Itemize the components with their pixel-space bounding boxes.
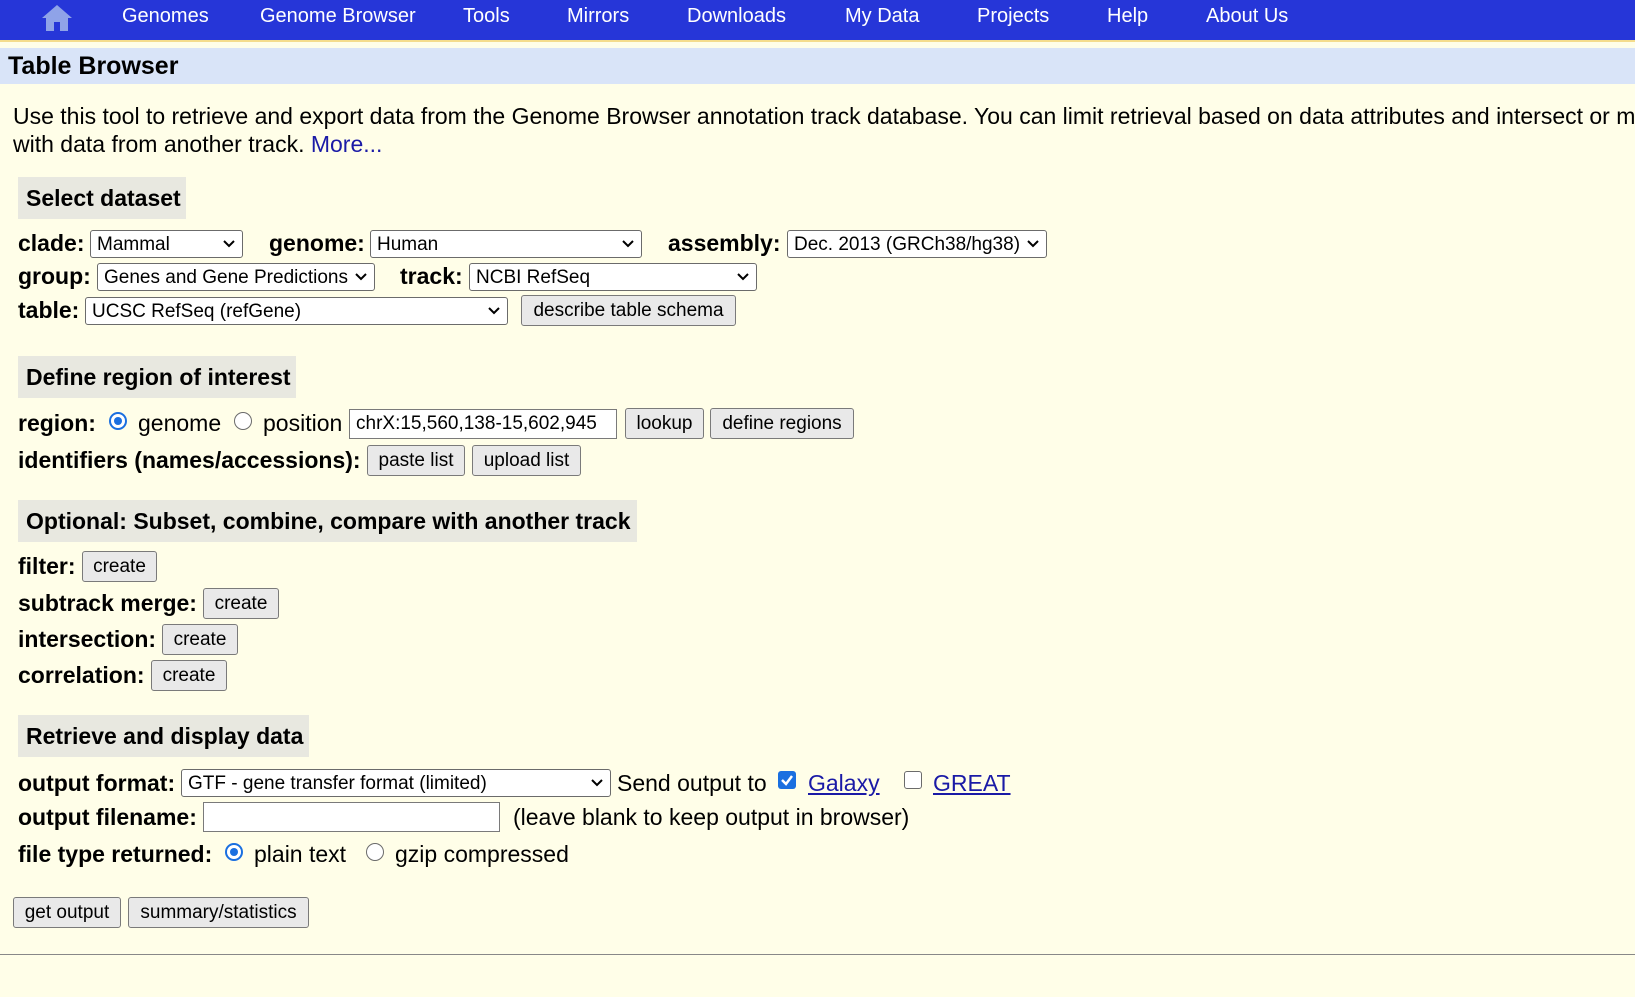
group-select[interactable]: Genes and Gene Predictions <box>97 263 375 291</box>
assembly-select[interactable]: Dec. 2013 (GRCh38/hg38) <box>787 230 1047 258</box>
output-filename-label: output filename: <box>18 804 197 830</box>
checkmark-icon <box>781 775 793 786</box>
genome-select[interactable]: Human <box>370 230 642 258</box>
section-heading-region: Define region of interest <box>18 356 296 398</box>
page-title: Table Browser <box>8 52 179 80</box>
output-format-label: output format: <box>18 770 176 796</box>
chevron-down-icon <box>355 273 367 281</box>
galaxy-link[interactable]: Galaxy <box>808 770 880 797</box>
nav-projects[interactable]: Projects <box>977 5 1049 28</box>
intersection-create-button[interactable]: create <box>162 624 238 655</box>
group-label: group: <box>18 263 91 289</box>
genome-value: Human <box>377 234 439 255</box>
section-heading-select-dataset: Select dataset <box>18 177 186 219</box>
paste-list-button[interactable]: paste list <box>367 445 465 476</box>
region-position-option: position <box>263 410 343 436</box>
nav-genomes[interactable]: Genomes <box>122 5 209 28</box>
summary-statistics-button[interactable]: summary/statistics <box>128 897 309 928</box>
table-label: table: <box>18 297 80 323</box>
clade-value: Mammal <box>97 234 170 255</box>
great-link[interactable]: GREAT <box>933 770 1011 797</box>
output-filename-input[interactable] <box>203 802 500 832</box>
region-label: region: <box>18 410 96 436</box>
output-format-value: GTF - gene transfer format (limited) <box>188 773 487 794</box>
gzip-radio[interactable] <box>366 843 384 861</box>
identifiers-label: identifiers (names/accessions): <box>18 447 361 473</box>
galaxy-checkbox[interactable] <box>778 771 796 789</box>
intro-paragraph: Use this tool to retrieve and export dat… <box>13 102 1635 158</box>
filter-create-button[interactable]: create <box>82 551 157 582</box>
gzip-option: gzip compressed <box>395 841 569 867</box>
chevron-down-icon <box>622 240 634 248</box>
output-filename-hint: (leave blank to keep output in browser) <box>513 804 910 830</box>
region-position-radio[interactable] <box>234 412 252 430</box>
nav-my-data[interactable]: My Data <box>845 5 919 28</box>
title-bar: Table Browser <box>0 48 1635 84</box>
output-format-select[interactable]: GTF - gene transfer format (limited) <box>181 769 611 797</box>
clade-label: clade: <box>18 230 85 256</box>
track-value: NCBI RefSeq <box>476 267 591 288</box>
send-output-label: Send output to <box>617 770 767 796</box>
get-output-button[interactable]: get output <box>13 897 121 928</box>
nav-tools[interactable]: Tools <box>463 5 510 28</box>
chevron-down-icon <box>1027 240 1039 248</box>
subtrack-merge-label: subtrack merge: <box>18 590 197 616</box>
section-heading-retrieve: Retrieve and display data <box>18 715 309 757</box>
group-value: Genes and Gene Predictions <box>104 267 348 288</box>
position-input[interactable]: chrX:15,560,138-15,602,945 <box>349 409 617 439</box>
bottom-divider <box>0 954 1635 955</box>
upload-list-button[interactable]: upload list <box>472 445 581 476</box>
correlation-label: correlation: <box>18 662 145 688</box>
define-regions-button[interactable]: define regions <box>710 408 854 439</box>
subtrack-merge-create-button[interactable]: create <box>203 588 279 619</box>
more-link[interactable]: More... <box>311 131 383 157</box>
nav-genome-browser[interactable]: Genome Browser <box>260 5 416 28</box>
region-genome-option: genome <box>138 410 222 436</box>
chevron-down-icon <box>737 273 749 281</box>
great-checkbox[interactable] <box>904 771 922 789</box>
table-select[interactable]: UCSC RefSeq (refGene) <box>85 297 508 325</box>
correlation-create-button[interactable]: create <box>151 660 227 691</box>
chevron-down-icon <box>591 779 603 787</box>
genome-label: genome: <box>269 230 365 256</box>
assembly-label: assembly: <box>668 230 781 256</box>
nav-mirrors[interactable]: Mirrors <box>567 5 629 28</box>
section-heading-optional: Optional: Subset, combine, compare with … <box>18 500 637 542</box>
table-value: UCSC RefSeq (refGene) <box>92 301 302 322</box>
track-label: track: <box>400 263 463 289</box>
top-navbar: Genomes Genome Browser Tools Mirrors Dow… <box>0 0 1635 42</box>
track-select[interactable]: NCBI RefSeq <box>469 263 757 291</box>
intersection-label: intersection: <box>18 626 157 652</box>
filter-label: filter: <box>18 553 76 579</box>
region-genome-radio[interactable] <box>109 412 127 430</box>
intro-text: Use this tool to retrieve and export dat… <box>13 103 1635 157</box>
nav-about-us[interactable]: About Us <box>1206 5 1288 28</box>
home-icon[interactable] <box>40 3 74 33</box>
chevron-down-icon <box>488 307 500 315</box>
assembly-value: Dec. 2013 (GRCh38/hg38) <box>794 234 1021 255</box>
lookup-button[interactable]: lookup <box>625 408 704 439</box>
file-type-label: file type returned: <box>18 841 213 867</box>
nav-downloads[interactable]: Downloads <box>687 5 786 28</box>
nav-help[interactable]: Help <box>1107 5 1148 28</box>
describe-table-schema-button[interactable]: describe table schema <box>521 295 736 326</box>
plain-text-option: plain text <box>254 841 347 867</box>
clade-select[interactable]: Mammal <box>90 230 243 258</box>
chevron-down-icon <box>223 240 235 248</box>
plain-text-radio[interactable] <box>225 843 243 861</box>
